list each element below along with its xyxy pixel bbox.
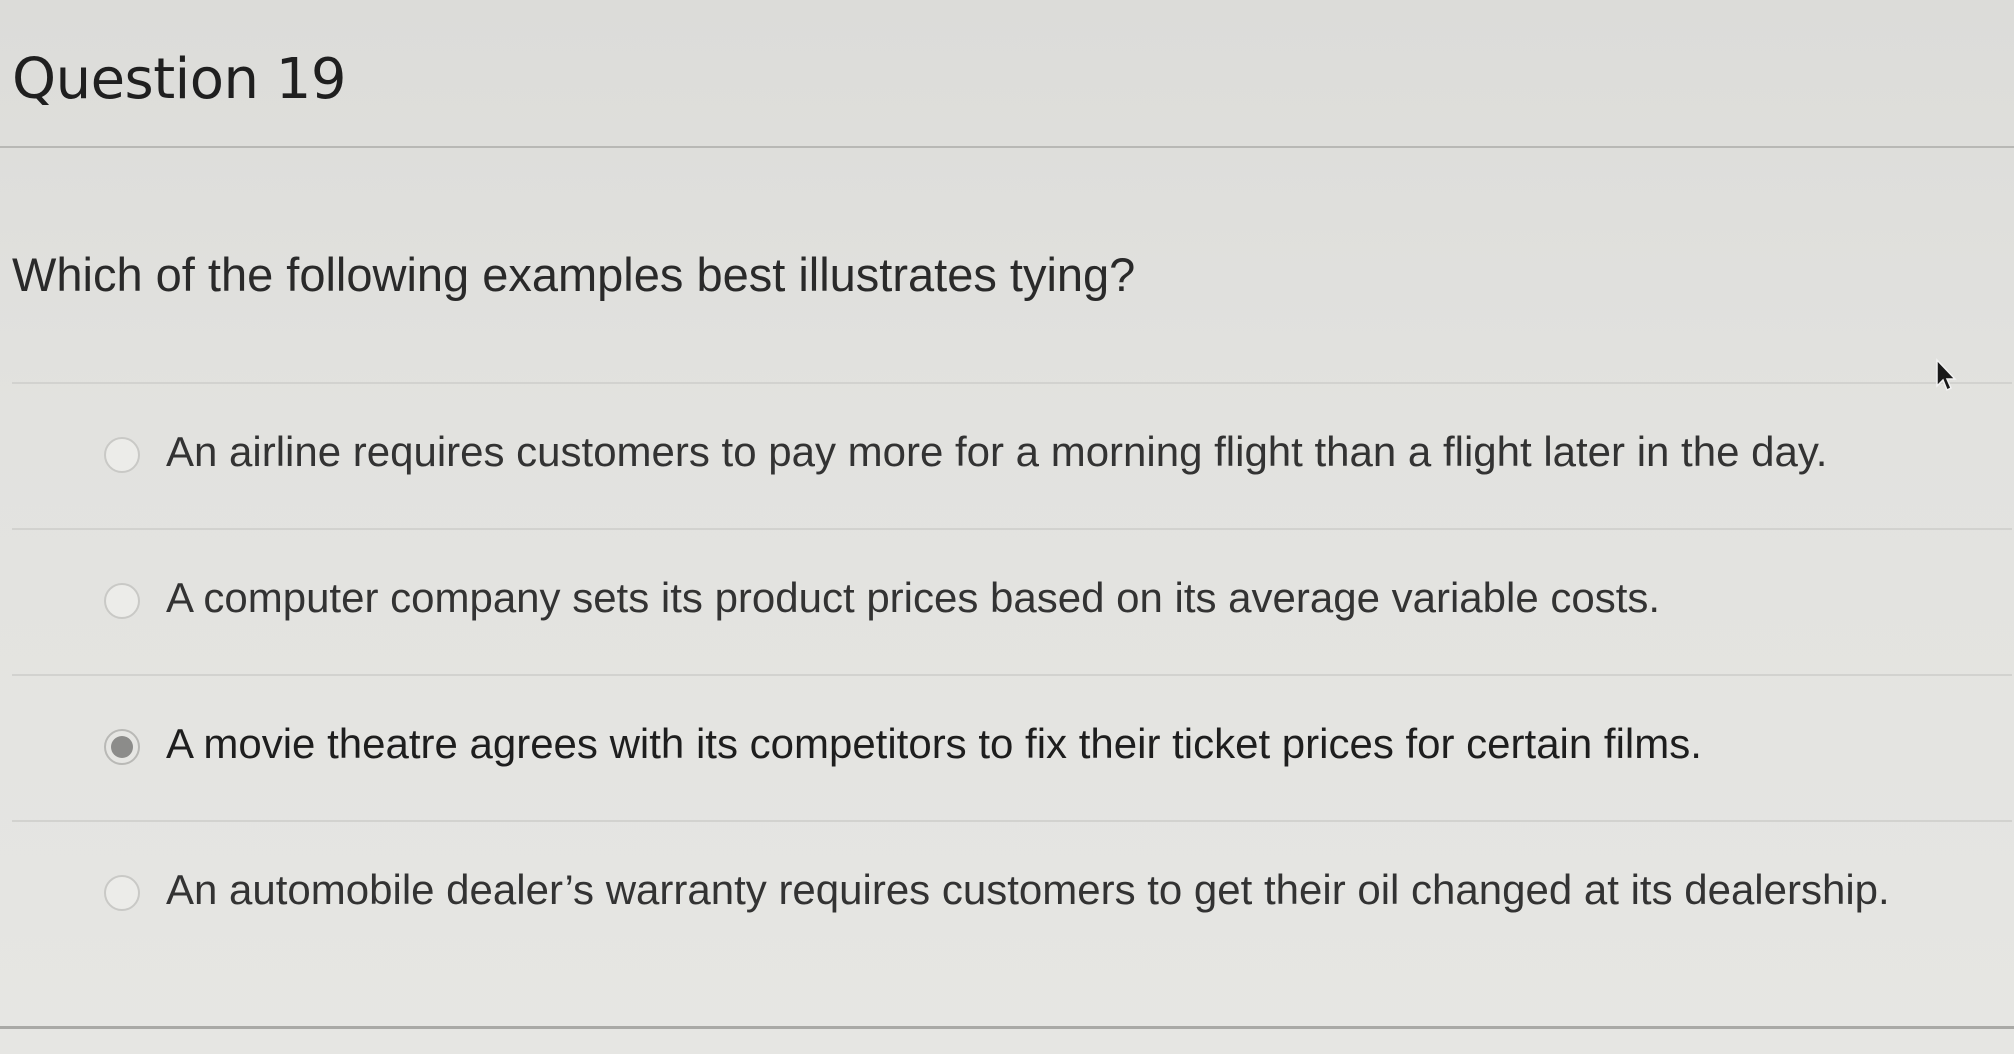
radio-empty-icon[interactable] [104,875,140,911]
answer-label[interactable]: An automobile dealer’s warranty requires… [166,862,1890,918]
answer-option-4[interactable]: An automobile dealer’s warranty requires… [0,822,2014,968]
question-header: Question 19 [12,42,2002,142]
answer-label[interactable]: An airline requires customers to pay mor… [166,424,1827,480]
answer-option-2[interactable]: A computer company sets its product pric… [0,530,2014,676]
radio-empty-icon[interactable] [104,583,140,619]
mouse-pointer-icon [1936,358,1957,392]
answer-label[interactable]: A computer company sets its product pric… [166,570,1660,626]
radio-filled-icon[interactable] [104,729,140,765]
answer-label[interactable]: A movie theatre agrees with its competit… [166,716,1702,772]
question-prompt: Which of the following examples best ill… [12,248,1136,301]
footer-divider [0,1026,2014,1029]
question-title: Question 19 [12,47,347,112]
header-divider [0,146,2014,148]
radio-empty-icon[interactable] [104,437,140,473]
quiz-page: Question 19 Which of the following examp… [0,0,2014,1054]
answer-option-3[interactable]: A movie theatre agrees with its competit… [0,676,2014,822]
answer-option-1[interactable]: An airline requires customers to pay mor… [0,384,2014,530]
